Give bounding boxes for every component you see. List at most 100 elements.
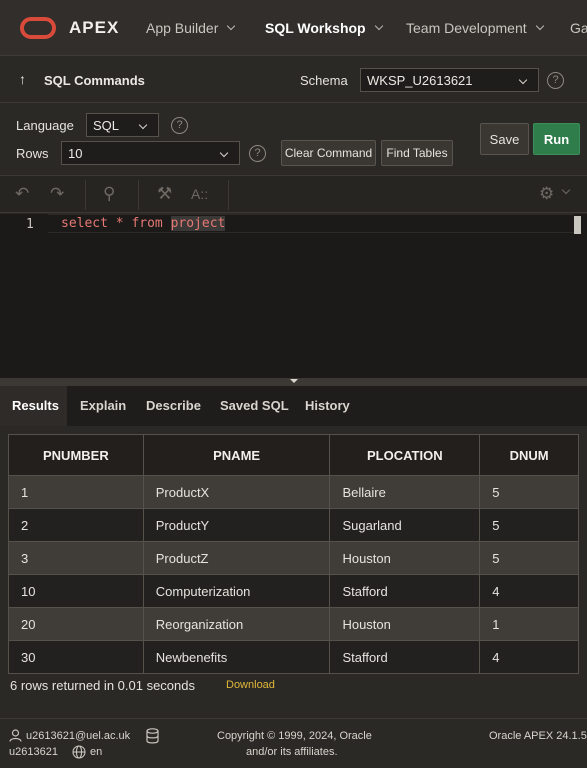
clear-command-button[interactable]: Clear Command <box>281 140 376 166</box>
undo-icon[interactable]: ↶ <box>15 184 29 204</box>
table-cell: 5 <box>479 508 579 542</box>
nav-app-builder[interactable]: App Builder <box>146 20 236 36</box>
table-cell: 20 <box>8 607 144 641</box>
column-header: PNUMBER <box>8 434 144 476</box>
table-cell: 30 <box>8 640 144 674</box>
toolbar-divider <box>85 180 86 210</box>
nav-team-development[interactable]: Team Development <box>406 20 544 36</box>
text-format-icon[interactable]: A:: <box>191 186 208 202</box>
chevron-down-icon <box>138 120 148 130</box>
caret-down-icon <box>290 379 298 383</box>
username: u2613621 <box>9 746 58 758</box>
rows-label: Rows <box>16 146 49 161</box>
brand-name[interactable]: APEX <box>69 18 119 38</box>
footer: u2613621@uel.ac.uk u2613621 en Copyright… <box>0 718 587 768</box>
find-tables-button[interactable]: Find Tables <box>381 140 453 166</box>
version-info: Oracle APEX 24.1.5 <box>489 730 587 742</box>
chevron-down-icon <box>219 148 229 158</box>
tab-results[interactable]: Results <box>0 386 67 426</box>
table-header-row: PNUMBER PNAME PLOCATION DNUM <box>8 434 579 476</box>
editor-toolbar: ↶ ↷ ⚲ ⚒ A:: ⚙ <box>0 175 587 213</box>
help-icon[interactable]: ? <box>171 117 188 134</box>
line-number: 1 <box>26 217 34 232</box>
editor-scrollbar[interactable] <box>574 216 581 234</box>
database-icon[interactable] <box>146 728 159 744</box>
column-header: DNUM <box>479 434 579 476</box>
table-cell: 1 <box>8 475 144 509</box>
column-header: PNAME <box>142 434 331 476</box>
hammer-icon[interactable]: ⚒ <box>157 184 172 204</box>
table-cell: Stafford <box>329 574 481 608</box>
editor-splitter[interactable] <box>0 378 587 386</box>
download-link[interactable]: Download <box>226 679 275 691</box>
sql-commands-header: ↑ SQL Commands Schema WKSP_U2613621 ? <box>0 57 587 103</box>
table-cell: Bellaire <box>329 475 481 509</box>
column-header: PLOCATION <box>329 434 481 476</box>
chevron-down-icon[interactable] <box>561 185 571 195</box>
table-row: 2 ProductY Sugarland 5 <box>8 508 579 542</box>
language-code[interactable]: en <box>90 746 102 758</box>
table-cell: Houston <box>329 541 481 575</box>
table-row: 3 ProductZ Houston 5 <box>8 541 579 575</box>
table-cell: Computerization <box>142 574 331 608</box>
user-email[interactable]: u2613621@uel.ac.uk <box>26 730 130 742</box>
save-button[interactable]: Save <box>480 123 529 155</box>
table-cell: 3 <box>8 541 144 575</box>
tab-explain[interactable]: Explain <box>68 386 138 426</box>
table-row: 10 Computerization Stafford 4 <box>8 574 579 608</box>
table-cell: Sugarland <box>329 508 481 542</box>
run-button[interactable]: Run <box>533 123 580 155</box>
help-icon[interactable]: ? <box>249 145 266 162</box>
table-row: 30 Newbenefits Stafford 4 <box>8 640 579 674</box>
schema-select[interactable]: WKSP_U2613621 <box>360 68 539 92</box>
result-tabs: Results Explain Describe Saved SQL Histo… <box>0 386 587 426</box>
apex-logo-icon[interactable] <box>20 17 56 39</box>
table-cell: 1 <box>479 607 579 641</box>
table-cell: Newbenefits <box>142 640 331 674</box>
schema-label: Schema <box>300 73 348 88</box>
rows-returned-summary: 6 rows returned in 0.01 seconds <box>10 678 195 693</box>
rows-select[interactable]: 10 <box>61 141 240 165</box>
table-cell: ProductY <box>142 508 331 542</box>
table-cell: Stafford <box>329 640 481 674</box>
table-cell: 4 <box>479 574 579 608</box>
table-row: 20 Reorganization Houston 1 <box>8 607 579 641</box>
table-cell: ProductX <box>142 475 331 509</box>
chevron-down-icon <box>535 21 544 31</box>
table-cell: 2 <box>8 508 144 542</box>
toolbar-divider <box>138 180 139 210</box>
language-label: Language <box>16 118 74 133</box>
results-table: PNUMBER PNAME PLOCATION DNUM 1 ProductX … <box>8 434 579 674</box>
table-row: 1 ProductX Bellaire 5 <box>8 475 579 509</box>
copyright-line-1: Copyright © 1999, 2024, Oracle <box>217 730 372 742</box>
globe-icon[interactable] <box>72 745 86 759</box>
table-cell: 5 <box>479 541 579 575</box>
table-cell: 4 <box>479 640 579 674</box>
sql-code[interactable]: select * from project <box>61 216 226 231</box>
up-arrow-icon[interactable]: ↑ <box>19 71 26 87</box>
top-navigation: APEX App Builder SQL Workshop Team Devel… <box>0 0 587 56</box>
gear-icon[interactable]: ⚙ <box>539 184 554 204</box>
redo-icon[interactable]: ↷ <box>50 184 64 204</box>
search-icon[interactable]: ⚲ <box>103 184 115 204</box>
table-cell: 5 <box>479 475 579 509</box>
nav-sql-workshop[interactable]: SQL Workshop <box>265 20 383 36</box>
page-title: SQL Commands <box>44 73 145 88</box>
sql-editor[interactable]: 1 select * from project <box>0 214 587 378</box>
tab-saved-sql[interactable]: Saved SQL <box>208 386 301 426</box>
chevron-down-icon <box>374 21 383 31</box>
table-cell: Reorganization <box>142 607 331 641</box>
user-icon <box>9 729 22 742</box>
table-cell: ProductZ <box>142 541 331 575</box>
table-cell: Houston <box>329 607 481 641</box>
tab-history[interactable]: History <box>293 386 362 426</box>
toolbar-divider <box>228 180 229 210</box>
chevron-down-icon <box>227 21 236 31</box>
chevron-down-icon <box>518 75 528 85</box>
nav-gallery[interactable]: Ga <box>570 20 587 36</box>
table-cell: 10 <box>8 574 144 608</box>
copyright-line-2: and/or its affiliates. <box>246 746 338 758</box>
tab-describe[interactable]: Describe <box>134 386 213 426</box>
help-icon[interactable]: ? <box>547 72 564 89</box>
language-select[interactable]: SQL <box>86 113 159 137</box>
